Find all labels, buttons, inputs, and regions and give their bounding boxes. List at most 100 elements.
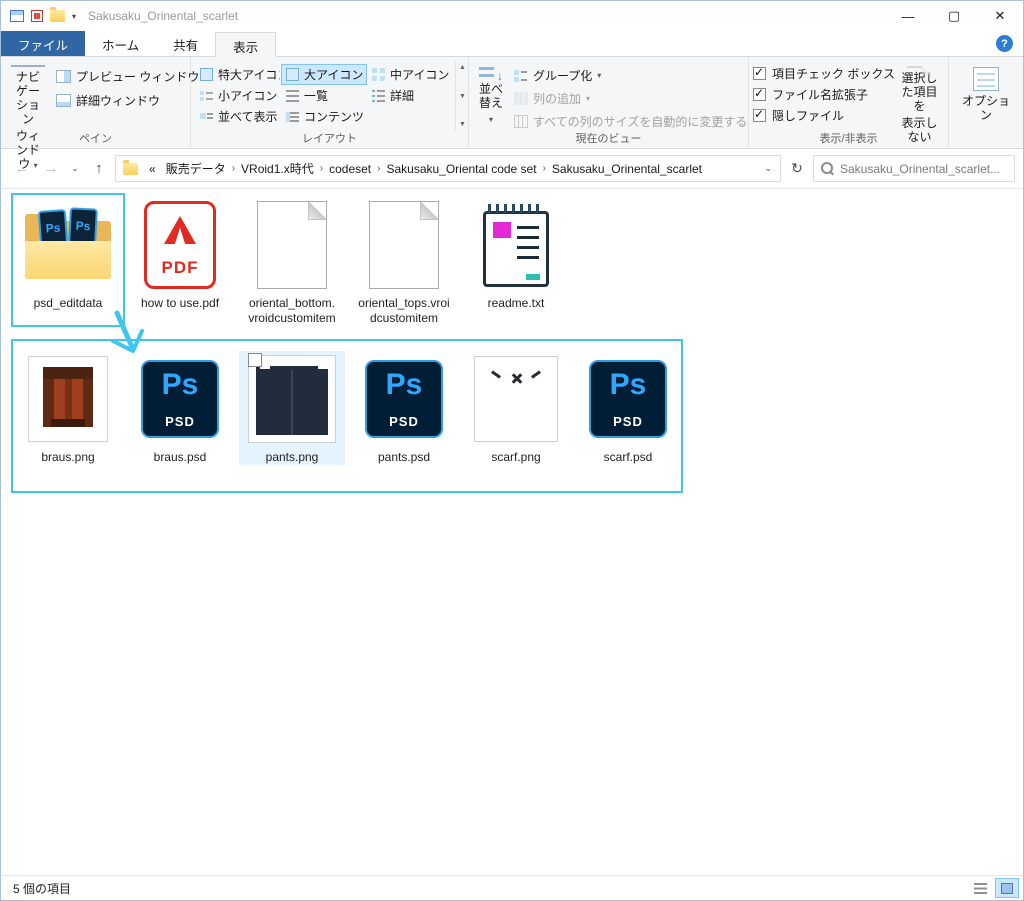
ribbon-group-options: オプション xyxy=(949,57,1023,148)
file-list-area[interactable]: Ps Ps psd_editdata PDF how to use.pdf or… xyxy=(1,189,1023,875)
address-bar[interactable]: « 販売データ › VRoid1.x時代 › codeset › Sakusak… xyxy=(115,155,781,182)
sort-by-icon xyxy=(479,67,503,83)
layout-details[interactable]: 詳細 xyxy=(367,85,453,106)
options-button[interactable]: オプション xyxy=(953,61,1019,131)
file-label: pants.png xyxy=(265,450,319,464)
image-thumbnail-icon xyxy=(248,355,336,443)
layout-large-icons[interactable]: 大アイコン xyxy=(281,64,367,85)
layout-small-icons[interactable]: 小アイコン xyxy=(195,85,281,106)
breadcrumb-overflow[interactable]: « xyxy=(144,156,161,181)
details-view-icon xyxy=(973,882,987,894)
file-item-oriental-tops[interactable]: oriental_tops.vroi dcustomitem xyxy=(351,197,457,326)
window-title: Sakusaku_Orinental_scarlet xyxy=(88,9,239,23)
details-view-toggle[interactable] xyxy=(968,878,992,898)
layout-extra-large-icons[interactable]: 特大アイコン xyxy=(195,64,281,85)
file-item-pants-png[interactable]: pants.png xyxy=(239,351,345,465)
file-item-readme-txt[interactable]: readme.txt xyxy=(463,197,569,326)
chevron-down-icon: ▾ xyxy=(586,94,591,103)
details-pane-icon xyxy=(56,93,71,107)
ribbon-group-layout: 特大アイコン 大アイコン 中アイコン 小アイコン 一覧 詳細 並べて表示 コンテ… xyxy=(191,57,469,148)
layout-list[interactable]: 一覧 xyxy=(281,85,367,106)
close-button[interactable]: ✕ xyxy=(977,1,1023,31)
details-pane-button[interactable]: 詳細ウィンドウ xyxy=(51,89,204,111)
tab-file[interactable]: ファイル xyxy=(1,31,86,56)
gallery-more-icon[interactable]: ▼ xyxy=(459,121,466,128)
breadcrumb-item[interactable]: VRoid1.x時代 xyxy=(236,156,319,181)
hidden-items-checkbox[interactable]: ✓ 隠しファイル xyxy=(753,105,895,126)
gallery-scroll-down-icon[interactable]: ▼ xyxy=(459,93,466,100)
item-checkboxes-checkbox[interactable]: ✓ 項目チェック ボックス xyxy=(753,63,895,84)
title-bar: ▾ Sakusaku_Orinental_scarlet — ▢ ✕ xyxy=(1,1,1023,31)
file-label: oriental_bottom. vroidcustomitem xyxy=(248,296,336,325)
chevron-down-icon: ▾ xyxy=(488,115,493,124)
small-icon xyxy=(200,89,213,102)
hide-selected-items-button[interactable]: 選択した項目を 表示しない xyxy=(895,61,944,144)
tab-home[interactable]: ホーム xyxy=(85,31,156,56)
group-label-layout: レイアウト xyxy=(302,133,357,145)
large-icons-view-toggle[interactable] xyxy=(995,878,1019,898)
image-thumbnail-icon xyxy=(28,356,108,442)
file-item-braus-png[interactable]: braus.png xyxy=(15,351,121,465)
help-button[interactable]: ? xyxy=(996,35,1013,52)
photoshop-file-icon: Ps PSD xyxy=(365,360,443,438)
sort-by-button[interactable]: 並べ替え ▾ xyxy=(473,61,509,131)
file-label: scarf.png xyxy=(491,450,541,464)
gallery-scroll-up-icon[interactable]: ▲ xyxy=(459,64,466,71)
item-checkbox[interactable] xyxy=(248,353,262,367)
address-dropdown-icon[interactable]: ⌄ xyxy=(756,163,780,174)
file-item-oriental-bottom[interactable]: oriental_bottom. vroidcustomitem xyxy=(239,197,345,326)
tab-view[interactable]: 表示 xyxy=(215,32,277,57)
breadcrumb-item[interactable]: Sakusaku_Oriental code set xyxy=(381,156,541,181)
explorer-window: ▾ Sakusaku_Orinental_scarlet — ▢ ✕ ファイル … xyxy=(0,0,1024,901)
items-count: 5 個の項目 xyxy=(13,881,72,896)
chevron-down-icon: ▾ xyxy=(597,71,602,80)
file-label: braus.png xyxy=(41,450,95,464)
navigation-pane-icon xyxy=(11,65,45,67)
breadcrumb-item[interactable]: Sakusaku_Orinental_scarlet xyxy=(547,156,707,181)
file-item-pants-psd[interactable]: Ps PSD pants.psd xyxy=(351,351,457,465)
ribbon: ナビゲーション ウィンドウ ▾ プレビュー ウィンドウ 詳細ウィンドウ ペイン … xyxy=(1,57,1023,171)
qat-dropdown-icon[interactable]: ▾ xyxy=(72,12,76,21)
folder-with-psd-icon: Ps Ps xyxy=(25,207,111,281)
search-icon xyxy=(821,162,834,175)
details-icon xyxy=(372,89,385,102)
minimize-button[interactable]: — xyxy=(885,1,931,31)
adobe-logo-icon xyxy=(164,216,196,244)
file-item-how-to-use-pdf[interactable]: PDF how to use.pdf xyxy=(127,197,233,326)
recent-locations-icon[interactable]: ⌄ xyxy=(67,156,83,182)
group-by-button[interactable]: グループ化 ▾ xyxy=(509,65,752,86)
large-icon xyxy=(286,68,299,81)
qat-tool-icon[interactable] xyxy=(31,10,43,22)
file-item-scarf-psd[interactable]: Ps PSD scarf.psd xyxy=(575,351,681,465)
maximize-button[interactable]: ▢ xyxy=(931,1,977,31)
content-icon xyxy=(286,110,299,123)
file-label: pants.psd xyxy=(377,450,431,464)
layout-medium-icons[interactable]: 中アイコン xyxy=(367,64,453,85)
tiles-icon xyxy=(200,110,213,123)
refresh-button[interactable]: ↻ xyxy=(784,156,810,182)
hide-selected-icon xyxy=(907,66,932,75)
layout-tiles[interactable]: 並べて表示 xyxy=(195,106,281,127)
ribbon-group-show-hide: ✓ 項目チェック ボックス ✓ ファイル名拡張子 ✓ 隠しファイル 選択した項目… xyxy=(749,57,949,148)
search-box[interactable] xyxy=(813,155,1015,182)
navigation-pane-button[interactable]: ナビゲーション ウィンドウ ▾ xyxy=(5,61,51,171)
checkbox-icon: ✓ xyxy=(753,107,766,122)
file-item-braus-psd[interactable]: Ps PSD braus.psd xyxy=(127,351,233,465)
tab-share[interactable]: 共有 xyxy=(156,31,215,56)
breadcrumb-item[interactable]: codeset xyxy=(324,156,376,181)
breadcrumb-item[interactable]: 販売データ xyxy=(161,156,231,181)
size-columns-to-fit-button: すべての列のサイズを自動的に変更する xyxy=(509,111,752,132)
file-item-scarf-png[interactable]: scarf.png xyxy=(463,351,569,465)
layout-content[interactable]: コンテンツ xyxy=(281,106,367,127)
options-icon xyxy=(973,67,999,91)
photoshop-file-icon: Ps PSD xyxy=(141,360,219,438)
properties-icon[interactable] xyxy=(10,10,24,22)
group-by-icon xyxy=(514,69,528,82)
preview-pane-button[interactable]: プレビュー ウィンドウ xyxy=(51,65,204,87)
folder-icon[interactable] xyxy=(50,7,65,22)
file-item-psd-editdata[interactable]: Ps Ps psd_editdata xyxy=(15,197,121,326)
search-input[interactable] xyxy=(840,161,1007,176)
up-button[interactable]: ↑ xyxy=(86,156,112,182)
file-extensions-checkbox[interactable]: ✓ ファイル名拡張子 xyxy=(753,84,895,105)
status-bar: 5 個の項目 xyxy=(1,875,1023,900)
